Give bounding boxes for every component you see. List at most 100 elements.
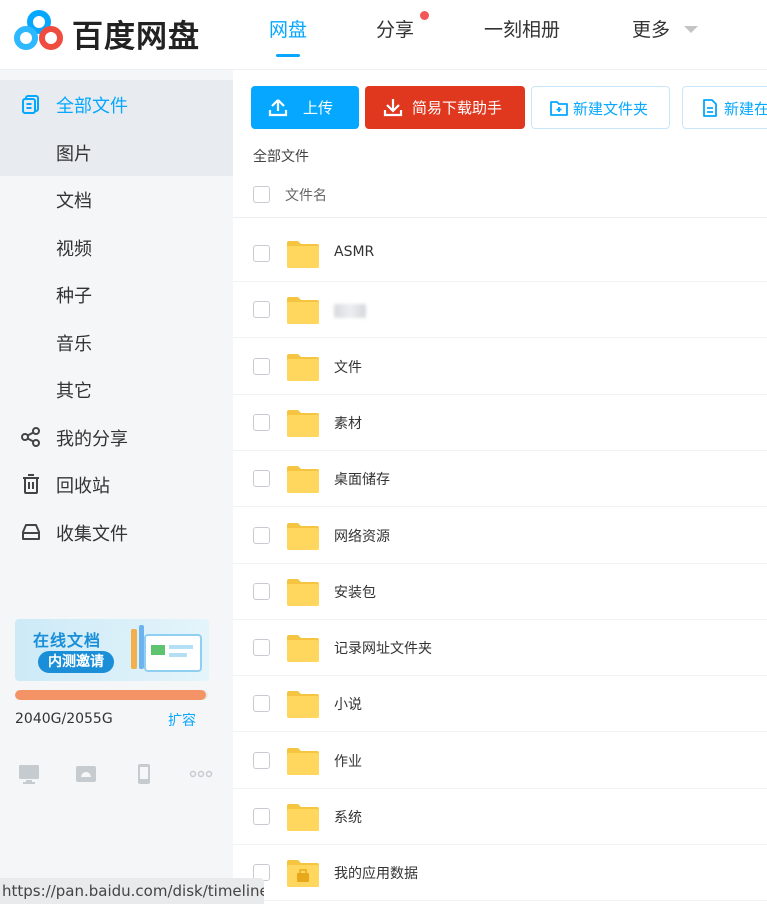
sidebar-item-other[interactable]: 其它 xyxy=(0,365,233,413)
chevron-down-icon[interactable] xyxy=(684,26,698,33)
file-row[interactable]: ASMR xyxy=(233,226,767,282)
logo-text[interactable]: 百度网盘 xyxy=(72,11,200,56)
share-icon xyxy=(21,427,40,447)
file-name[interactable]: 我的应用数据 xyxy=(334,863,418,883)
file-name[interactable]: 素材 xyxy=(334,413,362,433)
notification-dot xyxy=(420,11,429,20)
storage-quota-bar xyxy=(15,690,208,700)
file-row[interactable]: 我的应用数据 xyxy=(233,845,767,901)
row-checkbox[interactable] xyxy=(253,752,270,769)
file-row[interactable]: 系统 xyxy=(233,789,767,845)
file-row[interactable]: 桌面储存 xyxy=(233,451,767,507)
select-all-checkbox[interactable] xyxy=(253,186,270,203)
nav-moment-album[interactable]: 一刻相册 xyxy=(484,15,560,42)
file-row[interactable]: 网络资源 xyxy=(233,508,767,564)
sidebar-item-all-files[interactable]: 全部文件 xyxy=(0,80,233,128)
promo-invite-button[interactable]: 内测邀请 xyxy=(38,651,114,673)
sidebar-item-images[interactable]: 图片 xyxy=(0,128,233,176)
online-docs-promo-banner[interactable]: 在线文档 内测邀请 xyxy=(15,619,209,681)
expand-storage-link[interactable]: 扩容 xyxy=(168,710,196,730)
sidebar-item-collect-files[interactable]: 收集文件 xyxy=(0,508,233,556)
sidebar: 全部文件 图片 文档 视频 种子 音乐 其它 我的分享 回收站 收集文件 在线文… xyxy=(0,70,233,904)
file-name[interactable]: ASMR xyxy=(334,244,374,260)
baidu-netdisk-logo-icon[interactable] xyxy=(14,10,64,52)
folder-icon xyxy=(287,241,319,268)
nav-share[interactable]: 分享 xyxy=(376,15,414,42)
file-name[interactable]: 记录网址文件夹 xyxy=(334,638,432,658)
row-checkbox[interactable] xyxy=(253,808,270,825)
row-checkbox[interactable] xyxy=(253,245,270,262)
sidebar-item-label: 回收站 xyxy=(56,476,110,497)
android-icon[interactable] xyxy=(74,762,98,786)
file-name[interactable]: 网络资源 xyxy=(334,526,390,546)
folder-icon xyxy=(287,466,319,493)
nav-more[interactable]: 更多 xyxy=(632,15,670,42)
sidebar-item-label: 音乐 xyxy=(56,334,92,355)
mobile-icon[interactable] xyxy=(132,762,156,786)
folder-icon xyxy=(287,748,319,775)
download-helper-button[interactable]: 简易下载助手 xyxy=(365,86,525,129)
file-name[interactable]: 小说 xyxy=(334,694,362,714)
new-doc-label: 新建在 xyxy=(724,100,767,118)
file-row[interactable]: 素材 xyxy=(233,395,767,451)
file-name[interactable]: 文件 xyxy=(334,357,362,377)
document-icon xyxy=(703,99,717,117)
blurred-file-name[interactable] xyxy=(334,304,366,318)
file-name[interactable]: 桌面储存 xyxy=(334,469,390,489)
sidebar-item-label: 图片 xyxy=(56,144,92,165)
folder-icon xyxy=(287,354,319,381)
new-folder-icon xyxy=(550,101,568,116)
app-data-folder-icon xyxy=(287,860,319,887)
row-checkbox[interactable] xyxy=(253,470,270,487)
download-icon xyxy=(383,99,403,117)
files-icon xyxy=(22,95,39,114)
folder-icon xyxy=(287,297,319,324)
row-checkbox[interactable] xyxy=(253,414,270,431)
folder-icon xyxy=(287,691,319,718)
folder-icon xyxy=(287,804,319,831)
trash-icon xyxy=(23,474,39,494)
sidebar-item-label: 收集文件 xyxy=(56,524,128,545)
document-illustration-icon xyxy=(131,625,202,672)
file-row[interactable]: 文件 xyxy=(233,339,767,395)
top-header: 百度网盘 网盘 分享 一刻相册 更多 xyxy=(0,0,767,70)
row-checkbox[interactable] xyxy=(253,695,270,712)
folder-icon xyxy=(287,579,319,606)
file-row[interactable]: 作业 xyxy=(233,733,767,789)
file-row[interactable]: 记录网址文件夹 xyxy=(233,620,767,676)
file-list-header: 文件名 xyxy=(233,174,767,218)
file-row[interactable]: 安装包 xyxy=(233,564,767,620)
new-online-doc-button[interactable]: 新建在 xyxy=(682,86,767,129)
storage-quota-fill xyxy=(15,690,207,700)
sidebar-item-label: 我的分享 xyxy=(56,429,128,450)
row-checkbox[interactable] xyxy=(253,639,270,656)
sidebar-item-label: 视频 xyxy=(56,239,92,260)
folder-icon xyxy=(287,523,319,550)
file-name[interactable]: 安装包 xyxy=(334,582,376,602)
download-helper-label: 简易下载助手 xyxy=(412,99,503,117)
row-checkbox[interactable] xyxy=(253,527,270,544)
nav-netdisk[interactable]: 网盘 xyxy=(269,15,307,42)
sidebar-item-music[interactable]: 音乐 xyxy=(0,318,233,366)
file-row[interactable]: 小说 xyxy=(233,676,767,732)
sidebar-item-videos[interactable]: 视频 xyxy=(0,223,233,271)
new-folder-button[interactable]: 新建文件夹 xyxy=(531,86,670,129)
folder-icon xyxy=(287,635,319,662)
row-checkbox[interactable] xyxy=(253,301,270,318)
breadcrumb[interactable]: 全部文件 xyxy=(253,146,309,166)
column-header-filename[interactable]: 文件名 xyxy=(285,185,327,205)
file-row[interactable] xyxy=(233,282,767,338)
desktop-icon[interactable] xyxy=(17,762,41,786)
more-options-icon[interactable] xyxy=(189,762,213,786)
sidebar-item-documents[interactable]: 文档 xyxy=(0,175,233,223)
upload-icon xyxy=(268,99,288,117)
file-name[interactable]: 作业 xyxy=(334,751,362,771)
inbox-icon xyxy=(22,524,40,540)
sidebar-item-recycle-bin[interactable]: 回收站 xyxy=(0,460,233,508)
row-checkbox[interactable] xyxy=(253,583,270,600)
sidebar-item-torrents[interactable]: 种子 xyxy=(0,270,233,318)
sidebar-item-my-shares[interactable]: 我的分享 xyxy=(0,413,233,461)
row-checkbox[interactable] xyxy=(253,358,270,375)
file-name[interactable]: 系统 xyxy=(334,807,362,827)
upload-button[interactable]: 上传 xyxy=(251,86,359,129)
